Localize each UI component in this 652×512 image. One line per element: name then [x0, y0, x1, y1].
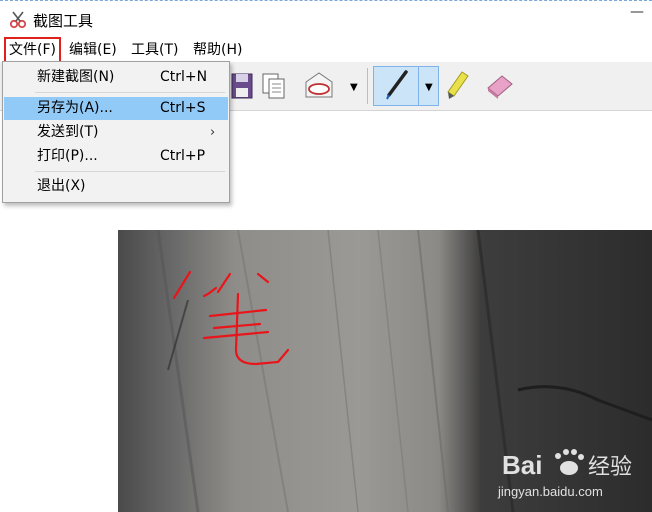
menu-item-send-to[interactable]: 发送到(T) › [4, 121, 228, 144]
menu-help[interactable]: 帮助(H) [190, 39, 245, 61]
menu-separator [35, 92, 225, 93]
menu-item-shortcut: Ctrl+P [160, 148, 206, 164]
menu-tools[interactable]: 工具(T) [128, 39, 181, 61]
pen-icon[interactable] [380, 68, 414, 102]
menu-item-label: 打印(P)... [37, 148, 98, 164]
highlighter-icon[interactable] [440, 68, 474, 102]
minimize-button[interactable]: — [630, 4, 644, 20]
menu-file[interactable]: 文件(F) [4, 37, 61, 63]
menu-item-label: 发送到(T) [37, 124, 99, 140]
pen-dropdown-arrow[interactable]: ▼ [425, 82, 433, 93]
email-icon[interactable] [302, 68, 336, 102]
menu-item-new-snip[interactable]: 新建截图(N) Ctrl+N [4, 66, 228, 89]
menu-item-label: 新建截图(N) [37, 69, 115, 85]
watermark-url: jingyan.baidu.com [497, 484, 603, 499]
menu-item-save-as[interactable]: 另存为(A)... Ctrl+S [4, 97, 228, 120]
send-dropdown-arrow[interactable]: ▼ [350, 82, 358, 93]
menu-separator [35, 171, 225, 172]
title-bar: 截图工具 — [0, 1, 652, 37]
watermark-brand: Bai [502, 450, 542, 480]
toolbar-separator [367, 68, 368, 104]
watermark-brand-2: 经验 [588, 454, 632, 479]
menu-item-exit[interactable]: 退出(X) [4, 175, 228, 198]
file-menu-dropdown: 新建截图(N) Ctrl+N 另存为(A)... Ctrl+S 发送到(T) ›… [2, 61, 230, 203]
menu-item-label: 退出(X) [37, 178, 86, 194]
menu-edit[interactable]: 编辑(E) [66, 39, 120, 61]
pen-split-divider [418, 66, 419, 106]
captured-image: Bai 经验 jingyan.baidu.com [118, 230, 652, 512]
menu-item-shortcut: Ctrl+S [160, 100, 206, 116]
save-icon[interactable] [228, 68, 262, 102]
menu-bar: 文件(F) 编辑(E) 工具(T) 帮助(H) [0, 37, 652, 63]
eraser-icon[interactable] [482, 68, 516, 102]
scissors-icon [9, 11, 27, 29]
menu-item-label: 另存为(A)... [37, 100, 113, 116]
submenu-arrow-icon: › [210, 125, 216, 140]
menu-item-shortcut: Ctrl+N [160, 69, 208, 85]
copy-icon[interactable] [258, 68, 292, 102]
window-title: 截图工具 [33, 12, 94, 30]
menu-item-print[interactable]: 打印(P)... Ctrl+P [4, 145, 228, 168]
